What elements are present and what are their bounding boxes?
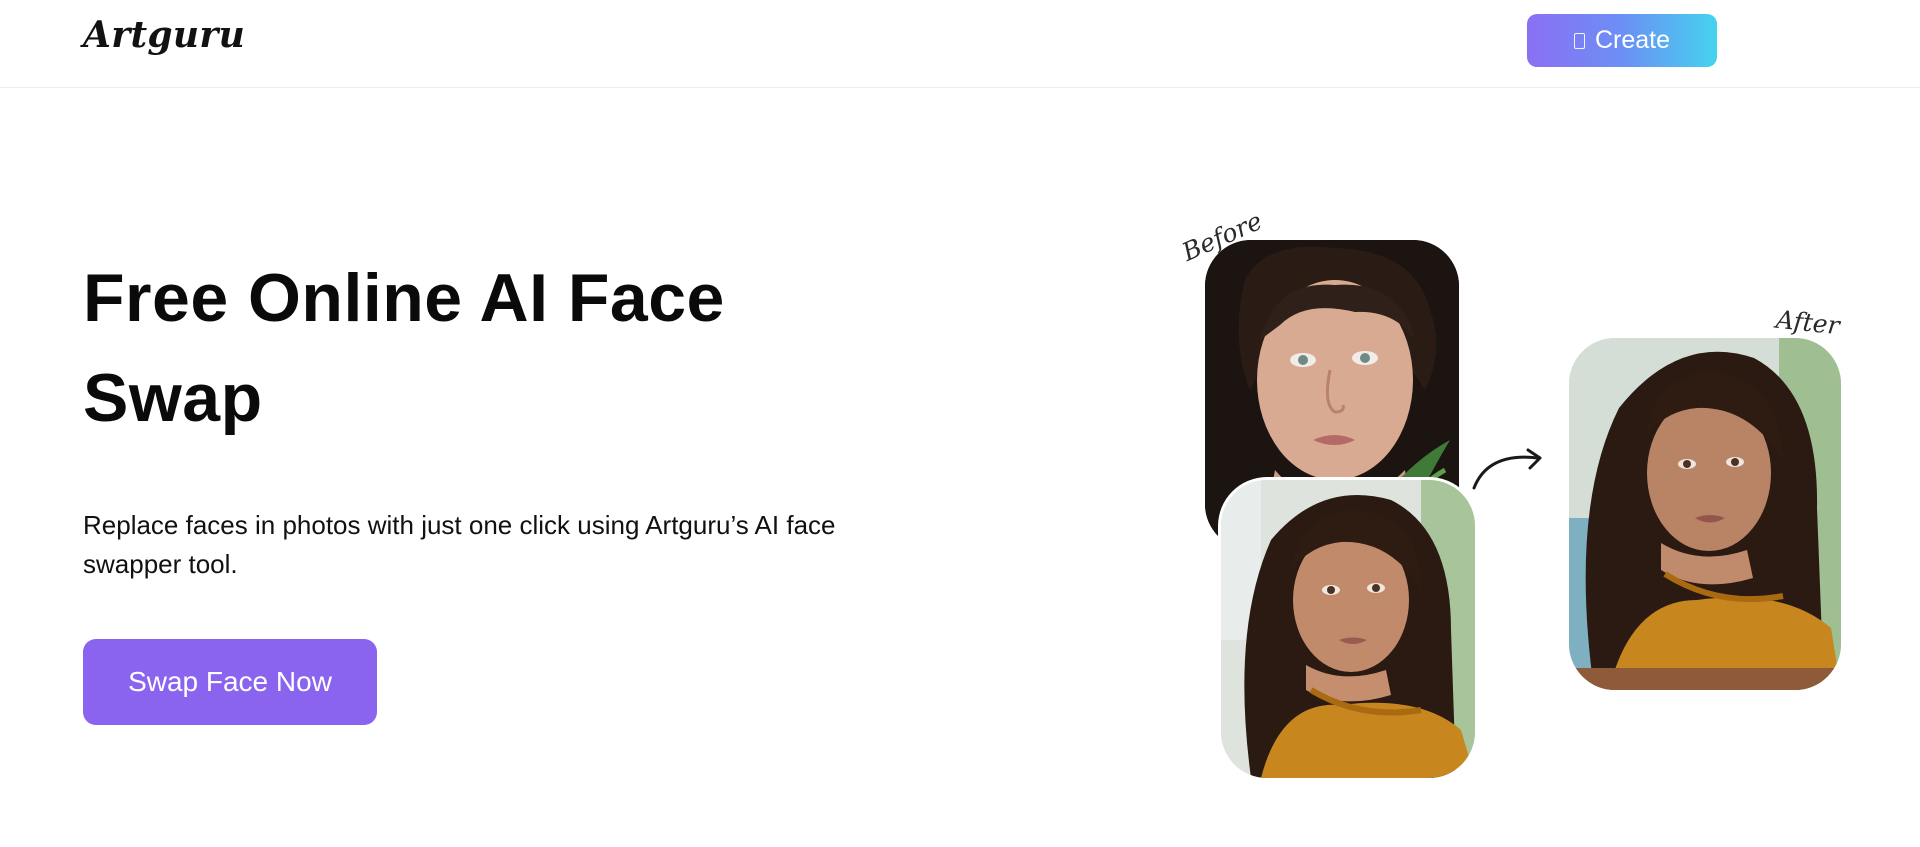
girl-portrait-image xyxy=(1221,480,1475,778)
logo[interactable]: Artguru xyxy=(83,14,245,56)
create-button[interactable]: Create xyxy=(1527,14,1717,67)
result-portrait-image xyxy=(1569,338,1841,690)
create-button-label: Create xyxy=(1594,26,1671,54)
site-header: Artguru Create xyxy=(0,0,1920,88)
create-icon xyxy=(1573,32,1585,49)
hero-description: Replace faces in photos with just one cl… xyxy=(83,510,836,579)
swap-face-now-button[interactable]: Swap Face Now xyxy=(83,639,377,725)
after-result-photo xyxy=(1569,338,1841,690)
page-title: Free Online AI Face Swap xyxy=(83,260,725,436)
after-label: After xyxy=(1774,304,1842,341)
arrow-right-icon xyxy=(1472,448,1542,490)
before-after-illustration: Before After xyxy=(1170,200,1850,800)
before-target-photo xyxy=(1221,480,1475,778)
